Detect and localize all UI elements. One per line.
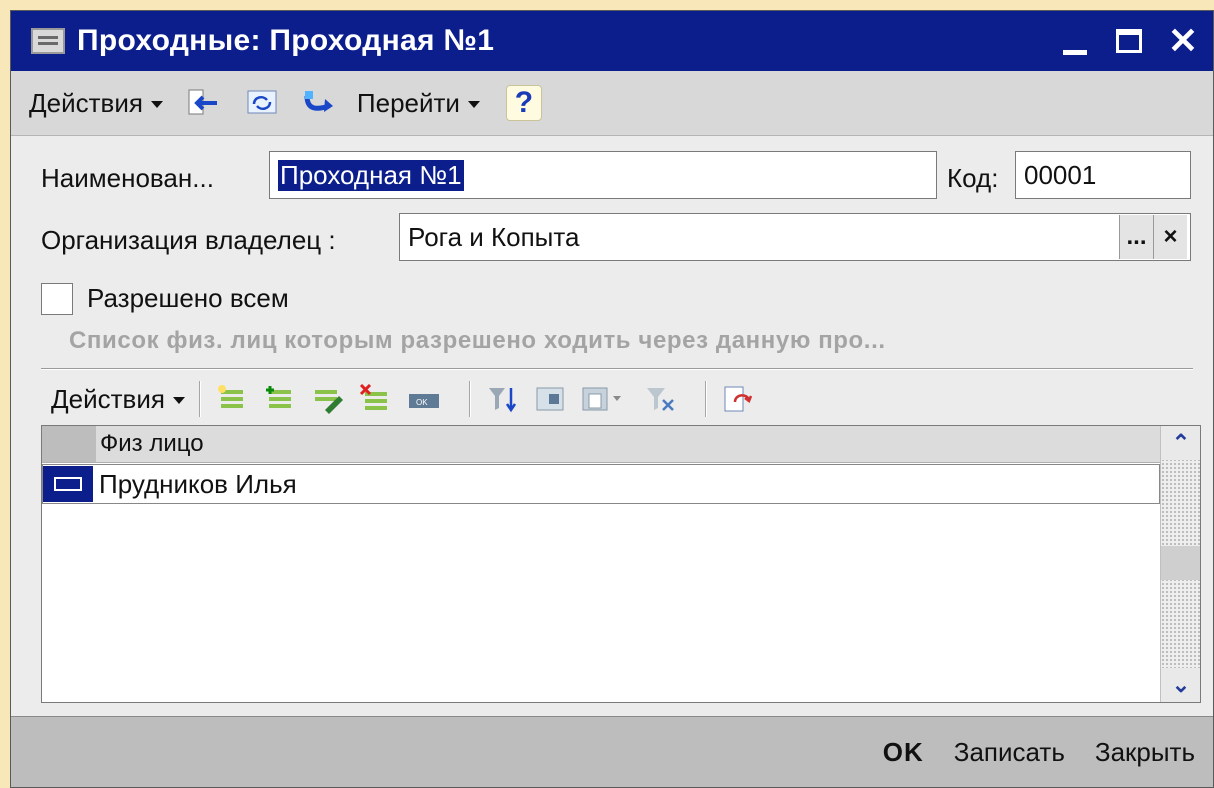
column-header-person[interactable]: Физ лицо (100, 430, 204, 458)
scroll-thumb[interactable] (1161, 546, 1200, 580)
name-field[interactable]: Проходная №1 (269, 151, 937, 199)
goto-menu-label: Перейти (356, 87, 460, 118)
vertical-scrollbar[interactable]: ⌃ ⌄ (1160, 426, 1200, 702)
main-toolbar: Действия Перейти ? (11, 71, 1213, 136)
toolbar-separator (198, 381, 201, 417)
row-marker-icon (43, 466, 93, 502)
refresh-table-icon[interactable] (721, 384, 755, 414)
close-icon: ✕ (1167, 20, 1199, 61)
dialog-window: Проходные: Проходная №1 ✕ Действия Перей… (10, 10, 1214, 788)
scroll-down-icon[interactable]: ⌄ (1161, 668, 1200, 702)
edit-row-icon[interactable] (311, 384, 345, 414)
table-header: Физ лицо (42, 426, 1160, 463)
goto-menu[interactable]: Перейти (357, 88, 480, 119)
toolbar-separator (468, 381, 471, 417)
actions-menu-label: Действия (29, 87, 143, 118)
chevron-down-icon (467, 100, 480, 108)
filter-icon[interactable] (533, 384, 567, 414)
go-to-icon[interactable] (303, 88, 337, 118)
columns-icon[interactable] (581, 384, 629, 414)
chevron-down-icon (172, 396, 185, 404)
sort-icon[interactable] (485, 384, 519, 414)
table-toolbar: Действия OK (41, 375, 1193, 423)
refresh-list-icon[interactable] (245, 88, 279, 118)
code-value: 00001 (1024, 159, 1097, 190)
table-actions-label: Действия (51, 383, 165, 414)
copy-row-icon[interactable] (263, 384, 297, 414)
maximize-button[interactable] (1107, 19, 1151, 63)
ok-button[interactable]: OK (883, 737, 924, 768)
title-bar[interactable]: Проходные: Проходная №1 ✕ (11, 11, 1213, 71)
delete-row-icon[interactable] (359, 383, 393, 414)
allow-all-checkbox[interactable] (41, 283, 73, 315)
move-to-group-icon[interactable] (187, 88, 221, 118)
select-org-button[interactable]: ... (1119, 215, 1153, 259)
close-window-button[interactable]: ✕ (1161, 19, 1205, 63)
scroll-up-icon[interactable]: ⌃ (1161, 426, 1200, 460)
persons-table[interactable]: Физ лицо Прудников Илья ⌃ ⌄ (41, 425, 1201, 703)
divider (41, 368, 1193, 370)
code-field[interactable]: 00001 (1015, 151, 1191, 199)
minimize-button[interactable] (1053, 19, 1097, 63)
table-row[interactable]: Прудников Илья (42, 464, 1160, 504)
section-title: Список физ. лиц которым разрешено ходить… (69, 327, 886, 354)
org-label: Организация владелец : (41, 225, 336, 255)
footer-bar: OK Записать Закрыть (11, 716, 1213, 787)
chevron-down-icon (150, 100, 163, 108)
table-actions-menu[interactable]: Действия (51, 384, 185, 415)
help-icon[interactable]: ? (505, 85, 542, 121)
minimize-icon (1063, 49, 1087, 55)
clear-filter-icon[interactable] (643, 384, 677, 414)
clear-org-button[interactable]: × (1153, 215, 1187, 259)
table-cell-person: Прудников Илья (99, 468, 297, 499)
svg-text:OK: OK (416, 398, 428, 407)
actions-menu[interactable]: Действия (29, 88, 163, 119)
close-button[interactable]: Закрыть (1095, 737, 1195, 768)
org-value: Рога и Копыта (408, 221, 580, 252)
toolbar-separator (704, 381, 707, 417)
end-edit-icon[interactable]: OK (407, 384, 441, 414)
name-value: Проходная №1 (278, 159, 464, 191)
code-label: Код: (947, 163, 999, 193)
save-button[interactable]: Записать (954, 737, 1065, 768)
form-icon (31, 28, 65, 54)
name-label: Наименован... (41, 163, 214, 193)
window-title: Проходные: Проходная №1 (77, 24, 495, 57)
add-row-icon[interactable] (215, 384, 249, 414)
table-header-corner (42, 426, 96, 462)
org-field[interactable]: Рога и Копыта (399, 213, 1191, 261)
maximize-icon (1116, 29, 1142, 53)
allow-all-label: Разрешено всем (87, 283, 289, 313)
